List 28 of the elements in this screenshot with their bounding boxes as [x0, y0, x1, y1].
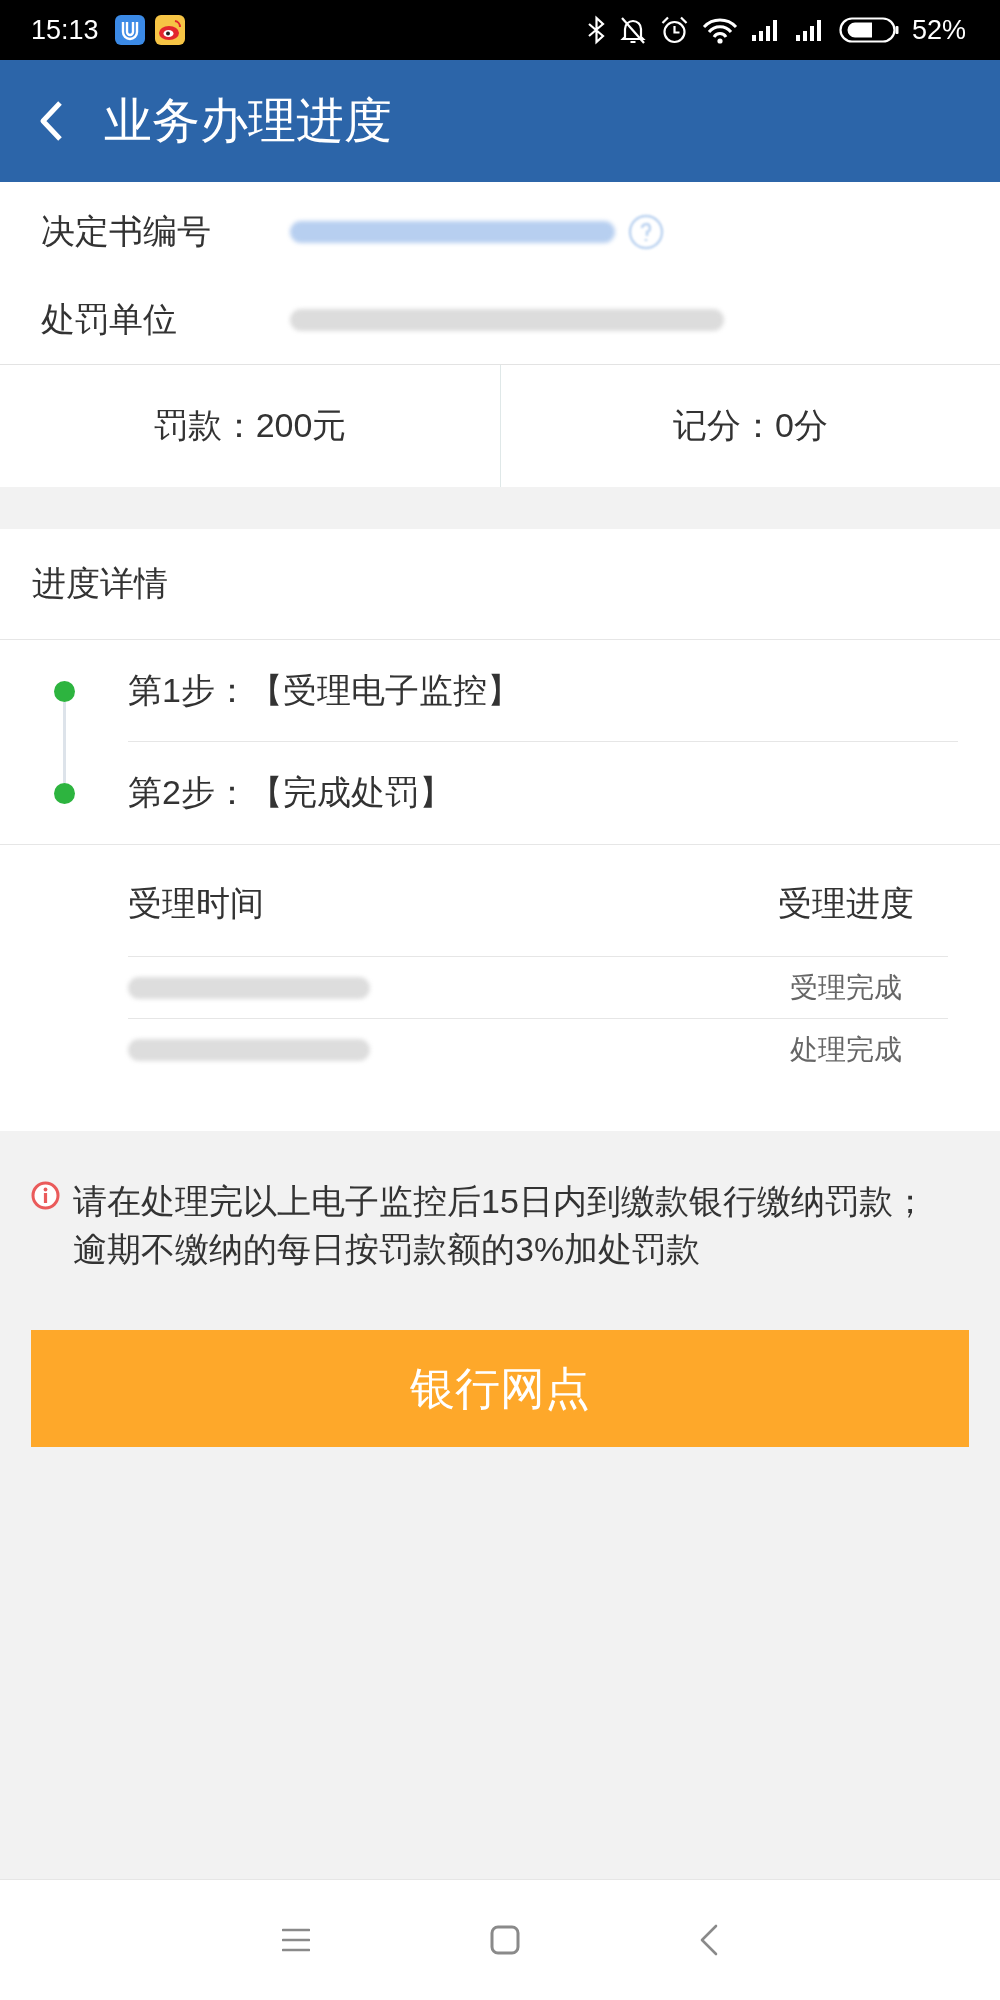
info-label: 决定书编号: [41, 211, 212, 252]
bank-branches-button[interactable]: 银行网点: [31, 1330, 969, 1447]
battery-icon: [838, 17, 899, 43]
battery-percent: 52%: [911, 16, 966, 44]
summary-text: 罚款：200元: [153, 405, 347, 446]
wifi-icon: [701, 16, 738, 44]
info-icon: [31, 1181, 60, 1210]
step-text: 第2步：【完成处罚】: [128, 772, 453, 813]
status-cell-text: 受理完成: [790, 970, 902, 1005]
status-time: 15:13: [31, 16, 99, 44]
bluetooth-icon: [586, 15, 606, 45]
summary-text: 记分：0分: [673, 405, 828, 446]
notice-text: 请在处理完以上电子监控后15日内到缴款银行缴纳罚款；逾期不缴纳的每日按罚款额的3%加处罚款: [73, 1181, 928, 1270]
alarm-clock-icon: [659, 15, 689, 45]
status-cell-text: 处理完成: [790, 1033, 902, 1067]
muted-bell-icon: [618, 15, 647, 45]
page-title: 业务办理进度: [104, 97, 392, 145]
column-header: 受理进度: [778, 882, 914, 924]
app-icon: [154, 15, 185, 45]
menu-icon[interactable]: [282, 1927, 310, 1953]
back-icon[interactable]: [700, 1924, 718, 1956]
section-title: 进度详情: [32, 563, 168, 604]
app-icon: [114, 15, 145, 45]
info-label: 处罚单位: [41, 299, 178, 340]
step-text: 第1步：【受理电子监控】: [128, 669, 521, 711]
column-header: 受理时间: [128, 882, 264, 924]
square-icon[interactable]: [490, 1925, 520, 1955]
help-icon: [628, 214, 664, 250]
